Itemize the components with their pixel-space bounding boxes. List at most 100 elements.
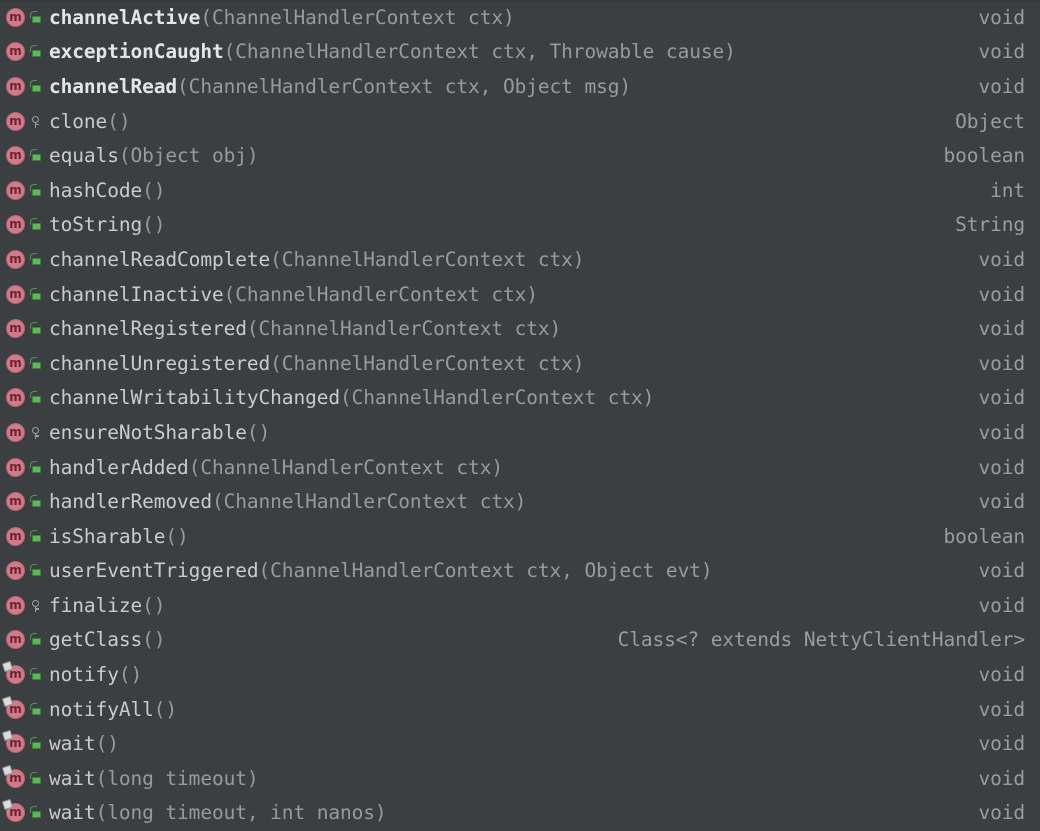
member-row[interactable]: m getClass() Class<? extends NettyClientHa… <box>0 623 1040 658</box>
member-row[interactable]: m wait(long timeout) void <box>0 761 1040 796</box>
member-row[interactable]: m channelRegistered(ChannelHandlerContext… <box>0 311 1040 346</box>
method-icon-glyph: m <box>9 321 22 336</box>
member-row[interactable]: m channelActive(ChannelHandlerContext ctx… <box>0 0 1040 35</box>
padlock-body <box>32 292 41 300</box>
member-parameters: (ChannelHandlerContext ctx, Object evt) <box>258 559 713 583</box>
member-parameters: () <box>153 697 178 721</box>
method-icon: m <box>6 492 25 512</box>
member-row[interactable]: m channelInactive(ChannelHandlerContext c… <box>0 277 1040 312</box>
member-name: hashCode <box>49 178 143 202</box>
padlock-body <box>32 84 41 92</box>
public-unlock-icon <box>28 527 43 546</box>
member-return-type: void <box>978 317 1025 341</box>
member-row[interactable]: m channelRead(ChannelHandlerContext ctx, … <box>0 69 1040 104</box>
public-unlock-icon <box>28 769 43 788</box>
member-row[interactable]: m userEventTriggered(ChannelHandlerContex… <box>0 554 1040 589</box>
key-keytooth <box>34 434 39 437</box>
member-signature: finalize() <box>49 594 960 617</box>
member-signature: ensureNotSharable() <box>49 421 960 444</box>
public-unlock-icon <box>28 250 43 269</box>
method-icon-glyph: m <box>9 494 22 509</box>
member-row[interactable]: m equals(Object obj) boolean <box>0 138 1040 173</box>
member-row[interactable]: m channelWritabilityChanged(ChannelHandle… <box>0 381 1040 416</box>
member-signature: wait(long timeout) <box>49 767 960 790</box>
member-name: isSharable <box>49 524 166 548</box>
member-return-type: Class<? extends NettyClientHandler> <box>617 628 1026 652</box>
public-unlock-icon <box>28 734 43 753</box>
member-row[interactable]: m finalize() void <box>0 588 1040 623</box>
method-icon: m <box>6 422 25 442</box>
member-row[interactable]: m isSharable() boolean <box>0 519 1040 554</box>
member-signature: channelRead(ChannelHandlerContext ctx, O… <box>49 75 960 98</box>
member-parameters: () <box>107 109 131 133</box>
member-row[interactable]: m hashCode() int <box>0 173 1040 208</box>
public-unlock-icon <box>28 665 43 684</box>
member-signature: isSharable() <box>49 525 926 548</box>
public-unlock-icon <box>28 354 43 373</box>
method-icon: m <box>6 42 25 62</box>
member-signature: wait(long timeout, int nanos) <box>49 801 960 824</box>
member-row[interactable]: m wait() void <box>0 726 1040 761</box>
member-name: wait <box>49 801 96 825</box>
member-signature: notify() <box>49 663 960 686</box>
member-signature: handlerRemoved(ChannelHandlerContext ctx… <box>49 490 960 513</box>
method-icon-glyph: m <box>9 148 22 163</box>
method-icon-glyph: m <box>9 182 22 197</box>
member-parameters: (ChannelHandlerContext ctx) <box>246 317 562 341</box>
member-parameters: () <box>118 663 143 687</box>
method-icon: m <box>1 799 25 823</box>
padlock-body <box>32 50 41 58</box>
protected-key-icon <box>28 423 43 442</box>
padlock-body <box>32 742 41 750</box>
member-signature: notifyAll() <box>49 698 960 721</box>
member-name: equals <box>49 144 119 168</box>
member-parameters: (ChannelHandlerContext ctx) <box>270 247 585 271</box>
public-unlock-icon <box>28 77 43 96</box>
padlock-body <box>32 707 41 715</box>
public-unlock-icon <box>28 561 43 580</box>
public-unlock-icon <box>28 8 43 27</box>
member-name: notify <box>49 663 119 687</box>
method-icon-glyph: m <box>9 528 22 543</box>
member-name: channelRead <box>49 74 178 98</box>
padlock-body <box>32 257 41 265</box>
member-return-type: void <box>978 74 1025 98</box>
member-row[interactable]: m channelUnregistered(ChannelHandlerConte… <box>0 346 1040 381</box>
public-unlock-icon <box>28 630 43 649</box>
method-icon: m <box>6 457 25 477</box>
method-icon-glyph: m <box>9 390 22 405</box>
padlock-body <box>32 811 41 819</box>
member-return-type: void <box>978 5 1025 29</box>
member-row[interactable]: m toString() String <box>0 208 1040 243</box>
member-row[interactable]: m clone() Object <box>0 104 1040 139</box>
member-name: userEventTriggered <box>49 559 259 583</box>
method-icon: m <box>6 319 25 339</box>
member-signature: wait() <box>49 732 960 755</box>
method-icon: m <box>6 76 25 96</box>
public-unlock-icon <box>28 146 43 165</box>
member-parameters: () <box>95 732 119 756</box>
member-parameters: () <box>142 178 166 202</box>
padlock-body <box>32 673 41 681</box>
member-name: channelWritabilityChanged <box>49 386 340 410</box>
key-keytooth <box>34 607 39 610</box>
member-signature: getClass() <box>49 628 600 651</box>
method-icon-glyph: m <box>9 251 22 266</box>
structure-member-list[interactable]: m channelActive(ChannelHandlerContext ctx… <box>0 0 1040 831</box>
member-return-type: void <box>978 801 1025 825</box>
public-unlock-icon <box>28 285 43 304</box>
member-row[interactable]: m exceptionCaught(ChannelHandlerContext c… <box>0 35 1040 70</box>
member-row[interactable]: m handlerAdded(ChannelHandlerContext ctx)… <box>0 450 1040 485</box>
member-row[interactable]: m channelReadComplete(ChannelHandlerConte… <box>0 242 1040 277</box>
member-row[interactable]: m notifyAll() void <box>0 692 1040 727</box>
member-row[interactable]: m notify() void <box>0 657 1040 692</box>
method-icon-glyph: m <box>9 597 22 612</box>
member-signature: hashCode() <box>49 179 972 202</box>
member-parameters: (ChannelHandlerContext ctx) <box>200 5 515 29</box>
member-row[interactable]: m wait(long timeout, int nanos) void <box>0 796 1040 831</box>
member-row[interactable]: m ensureNotSharable() void <box>0 415 1040 450</box>
member-parameters: (ChannelHandlerContext ctx) <box>270 351 585 375</box>
method-icon: m <box>6 111 25 131</box>
member-row[interactable]: m handlerRemoved(ChannelHandlerContext ct… <box>0 484 1040 519</box>
padlock-body <box>32 188 41 196</box>
